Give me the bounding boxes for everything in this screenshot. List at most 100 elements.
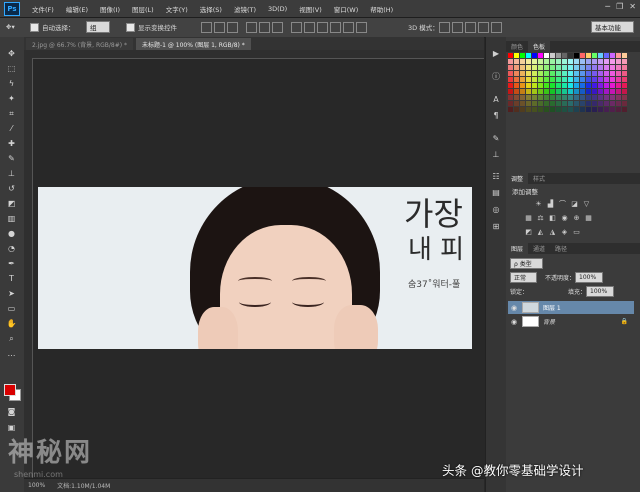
properties-icon[interactable]: ▤ — [490, 186, 502, 198]
brush-tool-icon[interactable]: ✎ — [5, 152, 18, 165]
color-swatch[interactable] — [604, 53, 609, 58]
distribute-hcenter-icon[interactable] — [343, 21, 354, 33]
color-swatch[interactable] — [610, 95, 615, 100]
color-swatch[interactable] — [532, 95, 537, 100]
color-swatch[interactable] — [526, 59, 531, 64]
brightness-icon[interactable]: ☀ — [534, 199, 543, 208]
color-swatch[interactable] — [526, 83, 531, 88]
color-swatch[interactable] — [598, 83, 603, 88]
color-swatch[interactable] — [562, 101, 567, 106]
color-swatch[interactable] — [616, 65, 621, 70]
color-swatch[interactable] — [604, 89, 609, 94]
color-swatch[interactable] — [514, 53, 519, 58]
auto-select-checkbox[interactable] — [30, 22, 39, 32]
show-transform-option[interactable]: 显示变换控件 — [126, 21, 177, 33]
distribute-top-icon[interactable] — [291, 21, 302, 33]
color-swatch[interactable] — [580, 101, 585, 106]
color-swatch[interactable] — [586, 107, 591, 112]
color-swatch[interactable] — [592, 65, 597, 70]
color-swatch[interactable] — [514, 101, 519, 106]
layer-row-layer-1[interactable]: ◉ 图层 1 — [508, 301, 634, 314]
clone-stamp-tool-icon[interactable]: ⊥ — [5, 167, 18, 180]
menu-window[interactable]: 窗口(W) — [328, 4, 365, 14]
color-swatch[interactable] — [514, 107, 519, 112]
distribute-vcenter-icon[interactable] — [304, 21, 315, 33]
auto-select-dropdown[interactable]: 组 — [86, 21, 110, 33]
color-swatch[interactable] — [592, 77, 597, 82]
color-swatch[interactable] — [622, 71, 627, 76]
tab-color[interactable]: 颜色 — [506, 41, 528, 52]
color-swatch[interactable] — [580, 53, 585, 58]
shape-tool-icon[interactable]: ▭ — [5, 302, 18, 315]
color-swatch[interactable] — [550, 53, 555, 58]
document-canvas[interactable]: 가장 내 피 숨37˚워터-풀 — [38, 187, 472, 349]
tab-paths[interactable]: 路径 — [550, 243, 572, 254]
color-swatch[interactable] — [568, 101, 573, 106]
color-swatch[interactable] — [616, 83, 621, 88]
color-swatch[interactable] — [562, 71, 567, 76]
channel-mixer-icon[interactable]: ⊕ — [572, 213, 581, 222]
lasso-tool-icon[interactable]: ϟ — [5, 77, 18, 90]
color-swatch[interactable] — [568, 89, 573, 94]
color-swatch[interactable] — [568, 77, 573, 82]
color-swatch[interactable] — [526, 89, 531, 94]
color-swatch[interactable] — [538, 53, 543, 58]
hand-tool-icon[interactable]: ✋ — [5, 317, 18, 330]
color-swatch[interactable] — [610, 107, 615, 112]
color-swatch[interactable] — [508, 107, 513, 112]
menu-layer[interactable]: 图层(L) — [126, 4, 160, 14]
zoom-tool-icon[interactable]: ⌕ — [5, 332, 18, 345]
align-bottom-icon[interactable] — [227, 21, 238, 33]
color-swatch[interactable] — [532, 83, 537, 88]
color-swatch[interactable] — [550, 59, 555, 64]
color-swatch[interactable] — [520, 53, 525, 58]
tab-layers[interactable]: 图层 — [506, 243, 529, 254]
color-swatch[interactable] — [562, 59, 567, 64]
color-swatch[interactable] — [550, 101, 555, 106]
color-swatch[interactable] — [592, 101, 597, 106]
tab-channels[interactable]: 通道 — [528, 243, 550, 254]
color-swatch[interactable] — [622, 89, 627, 94]
tab-swatches[interactable]: 色板 — [528, 41, 551, 52]
healing-brush-tool-icon[interactable]: ✚ — [5, 137, 18, 150]
layer-kind-filter[interactable]: ρ 类型 — [510, 258, 543, 269]
color-swatch[interactable] — [562, 77, 567, 82]
color-swatch[interactable] — [556, 71, 561, 76]
color-swatch[interactable] — [616, 95, 621, 100]
color-swatch[interactable] — [568, 83, 573, 88]
color-swatch[interactable] — [538, 65, 543, 70]
color-swatch[interactable] — [562, 83, 567, 88]
color-swatch[interactable] — [556, 107, 561, 112]
align-vcenter-icon[interactable] — [214, 21, 225, 33]
color-swatch[interactable] — [592, 89, 597, 94]
gradient-tool-icon[interactable]: ▥ — [5, 212, 18, 225]
color-swatch[interactable] — [562, 95, 567, 100]
color-swatch[interactable] — [604, 95, 609, 100]
color-swatch[interactable] — [544, 59, 549, 64]
color-swatch[interactable] — [610, 89, 615, 94]
exposure-icon[interactable]: ◪ — [570, 199, 579, 208]
restore-icon[interactable]: ❐ — [616, 2, 623, 11]
color-swatch[interactable] — [598, 59, 603, 64]
color-swatch[interactable] — [514, 65, 519, 70]
color-swatch[interactable] — [538, 107, 543, 112]
color-swatch[interactable] — [592, 59, 597, 64]
color-swatch[interactable] — [508, 53, 513, 58]
color-swatch[interactable] — [520, 101, 525, 106]
color-swatch[interactable] — [604, 77, 609, 82]
color-swatch[interactable] — [568, 107, 573, 112]
color-swatch[interactable] — [508, 77, 513, 82]
color-swatch[interactable] — [616, 101, 621, 106]
color-swatch[interactable] — [622, 107, 627, 112]
color-swatch[interactable] — [508, 65, 513, 70]
color-swatch[interactable] — [574, 59, 579, 64]
color-swatch[interactable] — [574, 71, 579, 76]
color-swatch[interactable] — [544, 83, 549, 88]
menu-select[interactable]: 选择(S) — [194, 4, 228, 14]
move-tool-icon[interactable]: ✥▾ — [6, 21, 15, 33]
color-swatch[interactable] — [598, 107, 603, 112]
color-swatch[interactable] — [556, 77, 561, 82]
color-swatch[interactable] — [526, 65, 531, 70]
color-swatch[interactable] — [598, 53, 603, 58]
color-swatch[interactable] — [544, 53, 549, 58]
